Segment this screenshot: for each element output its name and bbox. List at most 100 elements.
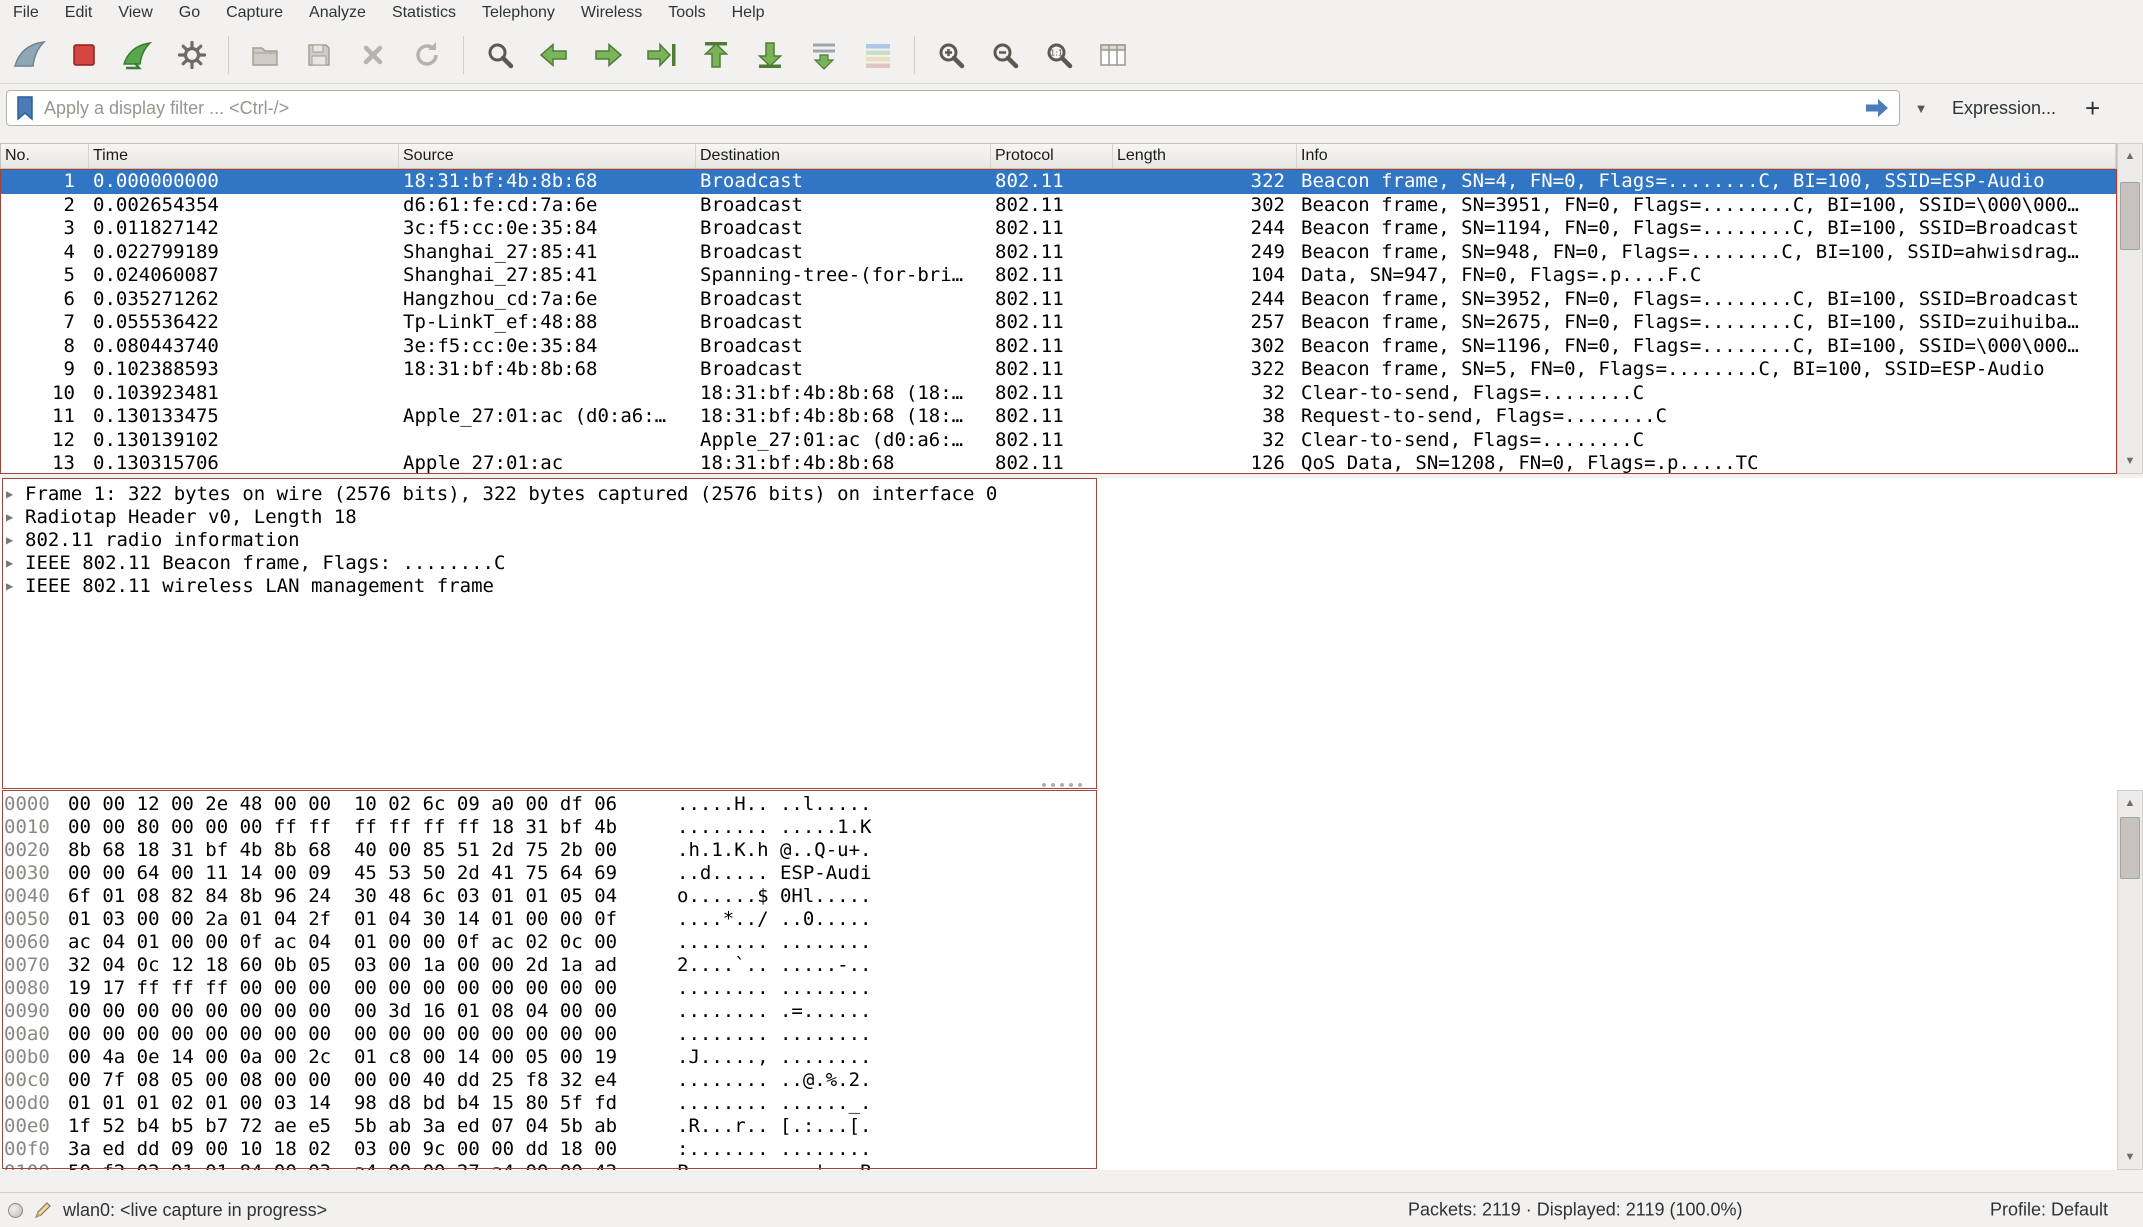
menu-analyze[interactable]: Analyze xyxy=(296,0,379,26)
zoom-in-button[interactable] xyxy=(925,31,977,79)
packet-list-rows: 10.00000000018:31:bf:4b:8b:68Broadcast80… xyxy=(0,169,2117,474)
detail-line[interactable]: ▶IEEE 802.11 wireless LAN management fra… xyxy=(0,574,2143,597)
column-header-protocol[interactable]: Protocol xyxy=(991,144,1113,168)
cell-source: 18:31:bf:4b:8b:68 xyxy=(399,358,696,382)
packet-row-8[interactable]: 80.0804437403e:f5:cc:0e:35:84Broadcast80… xyxy=(1,335,2116,359)
column-header-no[interactable]: No. xyxy=(1,144,89,168)
packet-row-11[interactable]: 110.130133475Apple_27:01:ac (d0:a6:…18:3… xyxy=(1,405,2116,429)
restart-capture-button[interactable] xyxy=(112,31,164,79)
detail-line[interactable]: ▶Radiotap Header v0, Length 18 xyxy=(0,505,2143,528)
packet-row-3[interactable]: 30.0118271423c:f5:cc:0e:35:84Broadcast80… xyxy=(1,217,2116,241)
go-to-packet-button[interactable] xyxy=(636,31,688,79)
hex-row-0090[interactable]: 009000 00 00 00 00 00 00 00 00 3d 16 01 … xyxy=(0,1000,2143,1023)
apply-filter-icon[interactable] xyxy=(1863,96,1891,120)
packet-row-5[interactable]: 50.024060087Shanghai_27:85:41Spanning-tr… xyxy=(1,264,2116,288)
expression-button[interactable]: Expression... xyxy=(1942,98,2066,119)
hex-bytes: 32 04 0c 12 18 60 0b 05 03 00 1a 00 00 2… xyxy=(60,954,625,977)
colorize-packets-button[interactable] xyxy=(852,31,904,79)
column-header-source[interactable]: Source xyxy=(399,144,696,168)
packet-row-6[interactable]: 60.035271262Hangzhou_cd:7a:6eBroadcast80… xyxy=(1,288,2116,312)
cell-source xyxy=(399,382,696,406)
column-header-destination[interactable]: Destination xyxy=(696,144,991,168)
expert-info-icon[interactable] xyxy=(8,1203,23,1218)
packet-row-12[interactable]: 120.130139102Apple_27:01:ac (d0:a6:…802.… xyxy=(1,429,2116,453)
bytes-scrollbar[interactable]: ▲ ▼ xyxy=(2117,790,2143,1170)
packet-row-1[interactable]: 10.00000000018:31:bf:4b:8b:68Broadcast80… xyxy=(1,170,2116,194)
hex-row-00e0[interactable]: 00e01f 52 b4 b5 b7 72 ae e5 5b ab 3a ed … xyxy=(0,1115,2143,1138)
hex-row-00d0[interactable]: 00d001 01 01 02 01 00 03 14 98 d8 bd b4 … xyxy=(0,1092,2143,1115)
go-forward-button[interactable] xyxy=(582,31,634,79)
menu-help[interactable]: Help xyxy=(719,0,778,26)
packet-bytes-pane: 000000 00 12 00 2e 48 00 00 10 02 6c 09 … xyxy=(0,790,2143,1170)
hex-row-0060[interactable]: 0060ac 04 01 00 00 0f ac 04 01 00 00 0f … xyxy=(0,931,2143,954)
packet-row-9[interactable]: 90.10238859318:31:bf:4b:8b:68Broadcast80… xyxy=(1,358,2116,382)
auto-scroll-button[interactable] xyxy=(798,31,850,79)
cell-no: 8 xyxy=(1,335,89,359)
go-back-button[interactable] xyxy=(528,31,580,79)
hex-row-0020[interactable]: 00208b 68 18 31 bf 4b 8b 68 40 00 85 51 … xyxy=(0,839,2143,862)
column-header-length[interactable]: Length xyxy=(1113,144,1297,168)
expander-icon[interactable]: ▶ xyxy=(6,510,18,524)
hex-row-0050[interactable]: 005001 03 00 00 2a 01 04 2f 01 04 30 14 … xyxy=(0,908,2143,931)
hex-row-0080[interactable]: 008019 17 ff ff ff 00 00 00 00 00 00 00 … xyxy=(0,977,2143,1000)
column-header-time[interactable]: Time xyxy=(89,144,399,168)
cell-info: Beacon frame, SN=3951, FN=0, Flags=.....… xyxy=(1297,194,2116,218)
hex-row-0040[interactable]: 00406f 01 08 82 84 8b 96 24 30 48 6c 03 … xyxy=(0,885,2143,908)
scroll-down-icon[interactable]: ▼ xyxy=(2118,449,2142,473)
hex-row-00a0[interactable]: 00a000 00 00 00 00 00 00 00 00 00 00 00 … xyxy=(0,1023,2143,1046)
splitter-handle[interactable] xyxy=(1042,781,1098,788)
menu-tools[interactable]: Tools xyxy=(655,0,718,26)
menu-view[interactable]: View xyxy=(105,0,165,26)
filter-bar: Apply a display filter ... <Ctrl-/> ▼ Ex… xyxy=(0,84,2143,132)
detail-line[interactable]: ▶Frame 1: 322 bytes on wire (2576 bits),… xyxy=(0,482,2143,505)
hex-row-00c0[interactable]: 00c000 7f 08 05 00 08 00 00 00 00 40 dd … xyxy=(0,1069,2143,1092)
packet-row-4[interactable]: 40.022799189Shanghai_27:85:41Broadcast80… xyxy=(1,241,2116,265)
filter-dropdown-button[interactable]: ▼ xyxy=(1906,90,1936,126)
expander-icon[interactable]: ▶ xyxy=(6,556,18,570)
zoom-reset-button[interactable]: 1:1 xyxy=(1033,31,1085,79)
scroll-down-icon[interactable]: ▼ xyxy=(2118,1145,2142,1169)
menu-go[interactable]: Go xyxy=(166,0,213,26)
scroll-up-icon[interactable]: ▲ xyxy=(2118,791,2142,815)
scrollbar-thumb[interactable] xyxy=(2120,817,2140,879)
expander-icon[interactable]: ▶ xyxy=(6,487,18,501)
profile-text[interactable]: Profile: Default xyxy=(1990,1200,2108,1221)
expander-icon[interactable]: ▶ xyxy=(6,579,18,593)
detail-line[interactable]: ▶802.11 radio information xyxy=(0,528,2143,551)
zoom-out-button[interactable] xyxy=(979,31,1031,79)
expander-icon[interactable]: ▶ xyxy=(6,533,18,547)
hex-row-0000[interactable]: 000000 00 12 00 2e 48 00 00 10 02 6c 09 … xyxy=(0,793,2143,816)
hex-bytes: 1f 52 b4 b5 b7 72 ae e5 5b ab 3a ed 07 0… xyxy=(60,1115,625,1138)
packet-row-7[interactable]: 70.055536422Tp-LinkT_ef:48:88Broadcast80… xyxy=(1,311,2116,335)
menu-capture[interactable]: Capture xyxy=(213,0,296,26)
hex-row-00f0[interactable]: 00f03a ed dd 09 00 10 18 02 03 00 9c 00 … xyxy=(0,1138,2143,1161)
menu-wireless[interactable]: Wireless xyxy=(568,0,655,26)
stop-capture-button[interactable] xyxy=(58,31,110,79)
menu-statistics[interactable]: Statistics xyxy=(379,0,469,26)
go-to-bottom-button[interactable] xyxy=(744,31,796,79)
go-to-top-button[interactable] xyxy=(690,31,742,79)
hex-row-0010[interactable]: 001000 00 80 00 00 00 ff ff ff ff ff ff … xyxy=(0,816,2143,839)
capture-options-button[interactable] xyxy=(166,31,218,79)
column-header-info[interactable]: Info xyxy=(1297,144,2116,168)
menu-file[interactable]: File xyxy=(0,0,52,26)
scrollbar-thumb[interactable] xyxy=(2120,182,2140,250)
add-filter-button[interactable]: + xyxy=(2072,93,2113,124)
scroll-up-icon[interactable]: ▲ xyxy=(2118,144,2142,168)
packet-list-scrollbar[interactable]: ▲ ▼ xyxy=(2117,143,2143,474)
display-filter-input[interactable]: Apply a display filter ... <Ctrl-/> xyxy=(6,90,1900,126)
packet-row-2[interactable]: 20.002654354d6:61:fe:cd:7a:6eBroadcast80… xyxy=(1,194,2116,218)
hex-row-0070[interactable]: 007032 04 0c 12 18 60 0b 05 03 00 1a 00 … xyxy=(0,954,2143,977)
find-packet-button[interactable] xyxy=(474,31,526,79)
hex-row-0030[interactable]: 003000 00 64 00 11 14 00 09 45 53 50 2d … xyxy=(0,862,2143,885)
filter-bookmark-icon[interactable] xyxy=(15,95,35,121)
hex-row-0100[interactable]: 010050 f2 02 01 01 84 00 03 a4 00 00 27 … xyxy=(0,1161,2143,1170)
menu-telephony[interactable]: Telephony xyxy=(469,0,568,26)
packet-row-13[interactable]: 130.130315706Apple_27:01:ac18:31:bf:4b:8… xyxy=(1,452,2116,474)
hex-row-00b0[interactable]: 00b000 4a 0e 14 00 0a 00 2c 01 c8 00 14 … xyxy=(0,1046,2143,1069)
detail-line[interactable]: ▶IEEE 802.11 Beacon frame, Flags: ......… xyxy=(0,551,2143,574)
resize-columns-button[interactable] xyxy=(1087,31,1139,79)
packet-row-10[interactable]: 100.10392348118:31:bf:4b:8b:68 (18:…802.… xyxy=(1,382,2116,406)
menu-edit[interactable]: Edit xyxy=(52,0,106,26)
capture-comment-icon[interactable] xyxy=(33,1200,53,1220)
